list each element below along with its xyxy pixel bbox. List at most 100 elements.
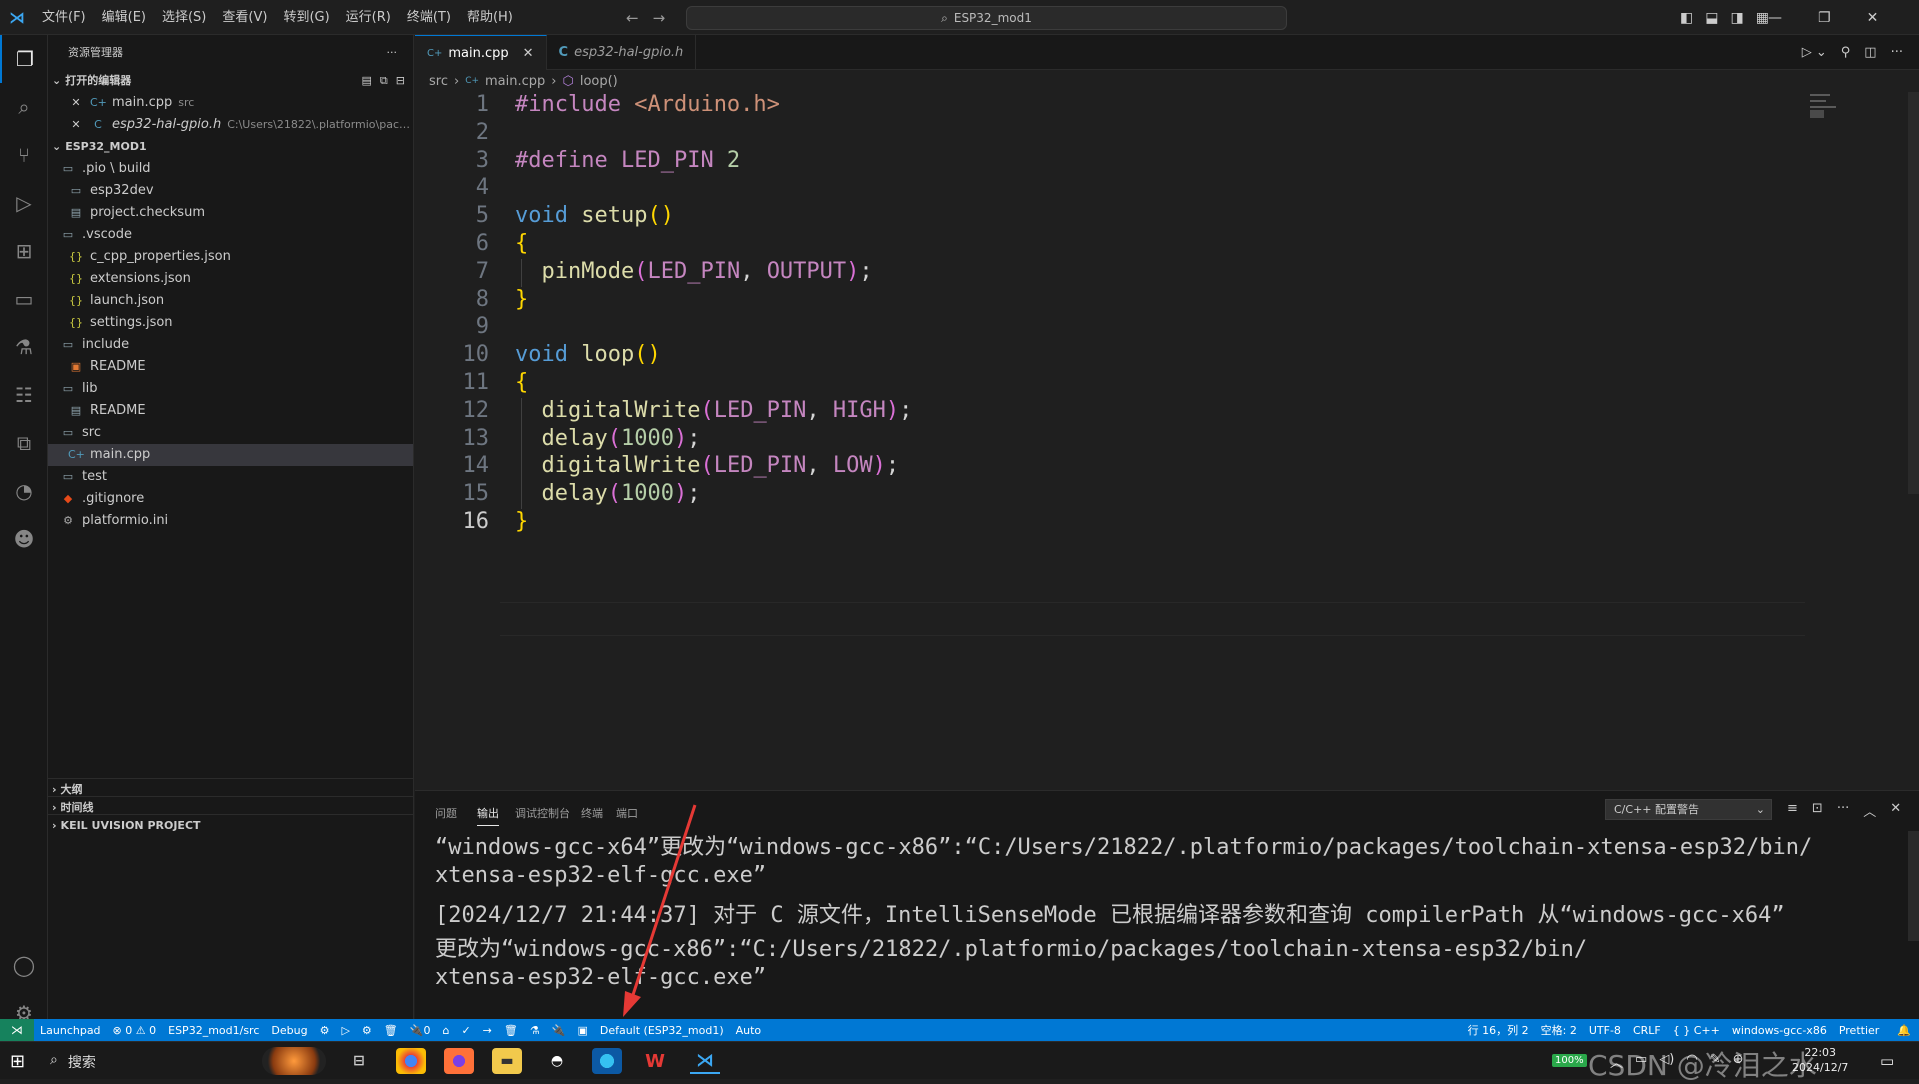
forward-arrow-icon[interactable]: → xyxy=(653,9,666,27)
tab-esp32-hal-gpio[interactable]: C esp32-hal-gpio.h xyxy=(547,35,697,70)
breadcrumb-symbol[interactable]: loop() xyxy=(580,74,618,89)
panel-tab[interactable]: 问题 xyxy=(435,805,457,821)
status-item[interactable]: ✓ xyxy=(455,1024,476,1037)
status-item[interactable]: Launchpad xyxy=(34,1024,107,1037)
open-editor-item[interactable]: ✕ Cesp32-hal-gpio.h C:\Users\21822\.platfo… xyxy=(48,114,413,136)
notification-center-icon[interactable]: ▭ xyxy=(1880,1052,1894,1070)
status-item[interactable]: 行 16，列 2 xyxy=(1462,1022,1535,1038)
docker-icon[interactable]: ⧉ xyxy=(0,419,48,467)
close-tab-icon[interactable]: ✕ xyxy=(523,46,534,61)
status-item[interactable]: ESP32_mod1/src xyxy=(162,1024,265,1037)
status-item[interactable]: 🗑 xyxy=(378,1024,404,1037)
explorer-icon[interactable]: ❐ xyxy=(0,35,48,83)
tree-item[interactable]: ◆ .gitignore xyxy=(48,488,413,510)
status-item[interactable]: 空格: 2 xyxy=(1535,1022,1583,1038)
breadcrumb-file[interactable]: main.cpp xyxy=(485,74,545,89)
status-item[interactable]: ▣ xyxy=(571,1024,593,1037)
customize-layout-icon[interactable]: ▦ xyxy=(1756,10,1769,26)
status-item[interactable]: windows-gcc-x86 xyxy=(1726,1024,1833,1037)
status-item[interactable]: Prettier xyxy=(1833,1024,1885,1037)
menu-item[interactable]: 选择(S) xyxy=(154,0,214,35)
panel-tab[interactable]: 终端 xyxy=(581,805,603,821)
search-view-icon[interactable]: ⌕ xyxy=(0,83,48,131)
run-code-icon[interactable]: ▷ ⌄ xyxy=(1802,45,1827,60)
account-icon[interactable]: ◯ xyxy=(0,941,48,989)
tree-item[interactable]: ▭ .vscode xyxy=(48,224,413,246)
lock-scroll-icon[interactable]: ⊡ xyxy=(1812,801,1823,820)
restore-icon[interactable]: ❐ xyxy=(1818,10,1831,26)
menu-item[interactable]: 运行(R) xyxy=(338,0,399,35)
maximize-panel-icon[interactable]: ︿ xyxy=(1863,801,1876,820)
back-arrow-icon[interactable]: ← xyxy=(626,9,639,27)
menu-item[interactable]: 终端(T) xyxy=(399,0,459,35)
keil-header[interactable]: › KEIL UVISION PROJECT xyxy=(48,815,414,837)
file-explorer-icon[interactable]: ▬ xyxy=(492,1048,522,1074)
new-untitled-file-icon[interactable]: ▤ xyxy=(362,70,372,92)
tree-item[interactable]: C+ main.cpp xyxy=(48,444,413,466)
windows-start-icon[interactable]: ⊞ xyxy=(10,1051,25,1072)
testing-icon[interactable]: ⚗ xyxy=(0,323,48,371)
tree-item[interactable]: ▭ include xyxy=(48,334,413,356)
tree-item[interactable]: ▤ project.checksum xyxy=(48,202,413,224)
status-item[interactable]: ⚙ xyxy=(356,1024,378,1037)
firefox-icon[interactable] xyxy=(444,1048,474,1074)
status-item[interactable]: ⚙ xyxy=(314,1024,336,1037)
run-debug-icon[interactable]: ▷ xyxy=(0,179,48,227)
minimize-icon[interactable]: — xyxy=(1768,10,1782,26)
notifications-bell-icon[interactable]: 🔔 xyxy=(1889,1024,1919,1037)
close-window-icon[interactable]: ✕ xyxy=(1867,10,1879,26)
panel-more-icon[interactable]: ··· xyxy=(1837,801,1849,820)
tree-item[interactable]: {} extensions.json xyxy=(48,268,413,290)
status-item[interactable]: ⊗ 0 ⚠ 0 xyxy=(107,1024,163,1037)
battery-indicator[interactable]: 100% xyxy=(1552,1054,1587,1067)
status-item[interactable]: ⌂ xyxy=(436,1024,455,1037)
status-item[interactable]: ⚗ xyxy=(524,1024,546,1037)
status-item[interactable]: ▷ xyxy=(335,1024,355,1037)
close-all-icon[interactable]: ⊟ xyxy=(396,70,405,92)
close-panel-icon[interactable]: ✕ xyxy=(1890,801,1901,820)
edge-icon[interactable] xyxy=(592,1048,622,1074)
split-editor-icon[interactable]: ◫ xyxy=(1864,45,1876,60)
tree-item[interactable]: ▭ src xyxy=(48,422,413,444)
open-editors-header[interactable]: ⌄ 打开的编辑器 ▤ ⧉ ⊟ xyxy=(48,70,413,92)
tree-item[interactable]: {} settings.json xyxy=(48,312,413,334)
menu-item[interactable]: 查看(V) xyxy=(214,0,275,35)
menu-item[interactable]: 文件(F) xyxy=(34,0,94,35)
command-center[interactable]: ⌕ ESP32_mod1 xyxy=(686,6,1287,30)
tree-item[interactable]: ▭ .pio \ build xyxy=(48,158,413,180)
chrome-icon[interactable] xyxy=(396,1048,426,1074)
wps-icon[interactable]: W xyxy=(640,1048,670,1074)
editor-scrollbar[interactable] xyxy=(1908,92,1919,494)
debug-pin-icon[interactable]: ⚲ xyxy=(1841,45,1851,60)
platformio-icon[interactable]: ☻ xyxy=(0,515,48,563)
output-channel-select[interactable]: C/C++ 配置警告 ⌄ xyxy=(1605,799,1772,820)
status-item[interactable]: 🔌 xyxy=(546,1024,572,1037)
remote-explorer-icon[interactable]: ▭ xyxy=(0,275,48,323)
vscode-taskbar-icon[interactable]: ⋊ xyxy=(690,1048,720,1074)
status-item[interactable]: { } C++ xyxy=(1667,1024,1726,1037)
status-item[interactable]: CRLF xyxy=(1627,1024,1667,1037)
close-editor-icon[interactable]: ✕ xyxy=(68,92,84,114)
tab-main-cpp[interactable]: C+ main.cpp ✕ xyxy=(415,35,547,70)
tree-item[interactable]: ▭ esp32dev xyxy=(48,180,413,202)
remote-indicator-icon[interactable]: ⋊ xyxy=(0,1019,34,1041)
code-editor[interactable]: 1 #include <Arduino.h> 2 3 #define LED_PIN 2… xyxy=(415,92,1895,792)
tree-item[interactable]: ▭ test xyxy=(48,466,413,488)
minimap[interactable] xyxy=(1810,92,1850,122)
tree-item[interactable]: ▤ README xyxy=(48,400,413,422)
source-control-icon[interactable]: ⑂ xyxy=(0,131,48,179)
extensions-icon[interactable]: ⊞ xyxy=(0,227,48,275)
status-item[interactable]: Default (ESP32_mod1) xyxy=(594,1024,730,1037)
toggle-sidebar-icon[interactable]: ◧ xyxy=(1680,10,1693,26)
more-actions-icon[interactable]: ··· xyxy=(387,35,398,70)
editor-more-icon[interactable]: ··· xyxy=(1891,45,1903,60)
menu-item[interactable]: 转到(G) xyxy=(275,0,337,35)
breadcrumb-src[interactable]: src xyxy=(429,74,448,89)
task-view-icon[interactable]: ⊟ xyxy=(344,1048,374,1074)
toggle-panel-icon[interactable]: ⬓ xyxy=(1705,10,1718,26)
taskbar-search[interactable]: ⌕ 搜索 xyxy=(50,1052,96,1072)
tree-item[interactable]: {} c_cpp_properties.json xyxy=(48,246,413,268)
save-all-icon[interactable]: ⧉ xyxy=(380,70,388,92)
status-item[interactable]: → xyxy=(477,1024,498,1037)
status-item[interactable]: UTF-8 xyxy=(1583,1024,1627,1037)
